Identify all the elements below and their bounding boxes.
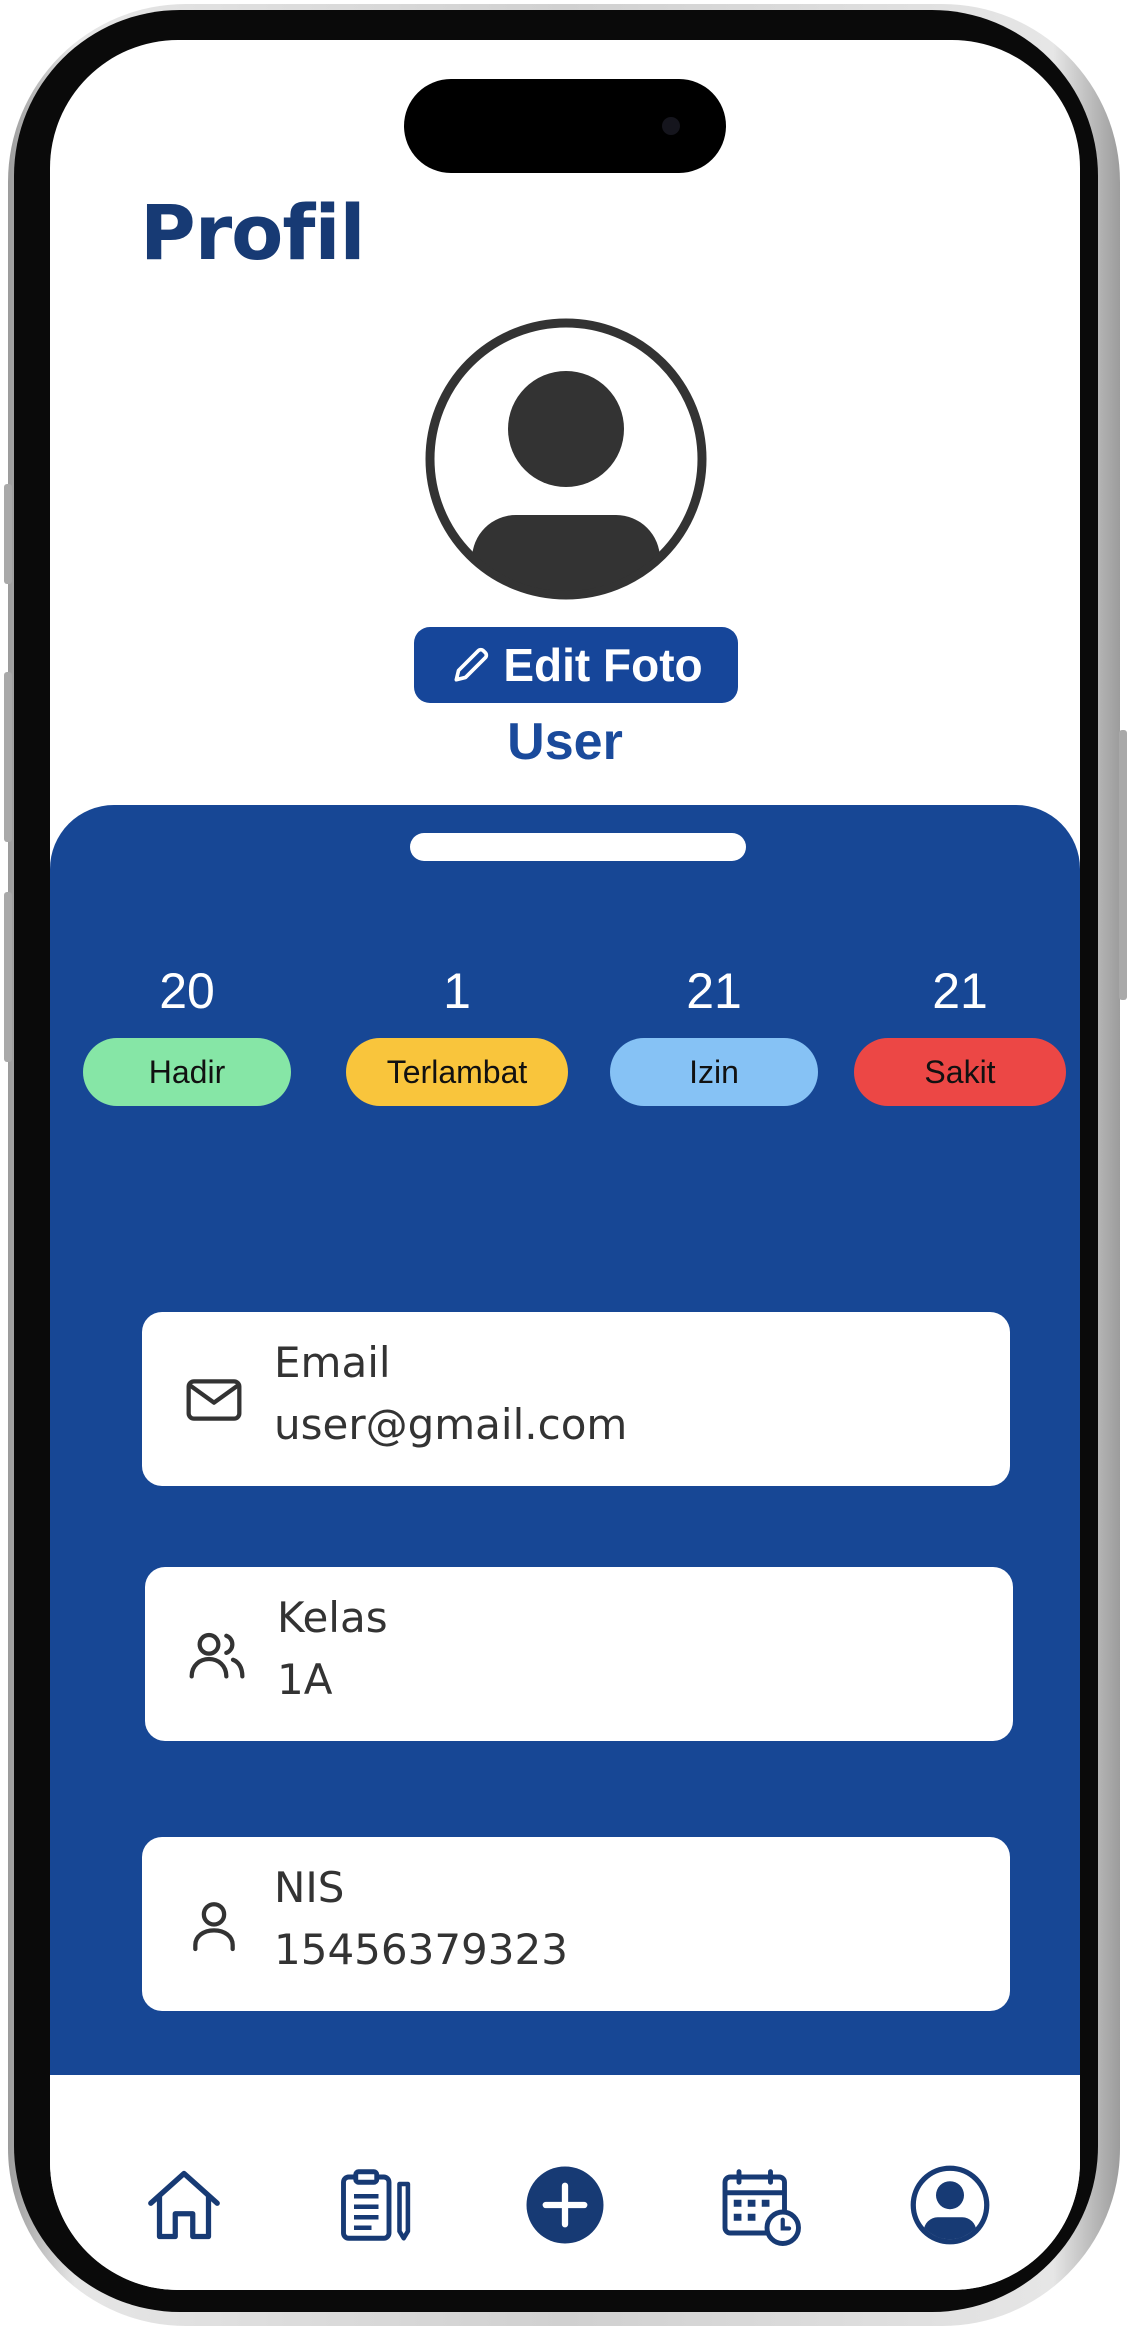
clipboard-edit-icon <box>341 2169 411 2241</box>
pencil-icon <box>454 647 489 682</box>
stat-count: 21 <box>932 963 988 1019</box>
nav-schedule[interactable] <box>718 2163 802 2247</box>
screen: Profil Edit Foto User 20 Hadir 1 Terlamb… <box>50 40 1080 2290</box>
stat-count: 20 <box>159 963 215 1019</box>
users-icon <box>189 1632 245 1679</box>
nav-home[interactable] <box>142 2163 226 2247</box>
stat-label[interactable]: Terlambat <box>346 1038 568 1106</box>
stat-count: 21 <box>686 963 742 1019</box>
stat-sakit: 21 Sakit <box>854 960 1066 1106</box>
bottom-navigation <box>50 2075 1080 2290</box>
info-label: Email <box>274 1338 391 1387</box>
info-card-nis[interactable]: NIS 15456379323 <box>142 1837 1010 2011</box>
volume-down-button <box>4 892 12 1062</box>
nav-profile[interactable] <box>908 2163 992 2247</box>
user-avatar-icon[interactable] <box>424 317 708 601</box>
stat-terlambat: 1 Terlambat <box>346 960 568 1106</box>
info-card-kelas[interactable]: Kelas 1A <box>145 1567 1013 1741</box>
info-label: NIS <box>274 1863 345 1912</box>
stat-label[interactable]: Izin <box>610 1038 818 1106</box>
power-button <box>1119 730 1127 1000</box>
info-value: user@gmail.com <box>274 1400 628 1449</box>
mail-icon <box>186 1379 242 1421</box>
nav-add[interactable] <box>523 2163 607 2247</box>
stat-hadir: 20 Hadir <box>83 960 291 1106</box>
volume-up-button <box>4 672 12 842</box>
dynamic-island <box>404 79 726 173</box>
info-label: Kelas <box>277 1593 388 1642</box>
camera-icon <box>662 117 680 135</box>
stat-count: 1 <box>443 963 471 1019</box>
info-value: 1A <box>277 1655 333 1704</box>
info-value: 15456379323 <box>274 1925 568 1974</box>
username: User <box>507 713 623 771</box>
profile-panel: 20 Hadir 1 Terlambat 21 Izin 21 Sakit Em… <box>50 805 1080 2075</box>
user-icon <box>193 1902 235 1952</box>
plus-circle-icon <box>526 2166 604 2244</box>
nav-tasks[interactable] <box>333 2163 417 2247</box>
edit-photo-label: Edit Foto <box>503 639 703 691</box>
stat-label[interactable]: Hadir <box>83 1038 291 1106</box>
edit-photo-button[interactable]: Edit Foto <box>414 627 738 703</box>
calendar-clock-icon <box>722 2169 801 2246</box>
info-card-email[interactable]: Email user@gmail.com <box>142 1312 1010 1486</box>
home-icon <box>148 2170 220 2240</box>
drag-handle[interactable] <box>410 833 746 861</box>
page-title: Profil <box>140 188 366 277</box>
stat-izin: 21 Izin <box>610 960 818 1106</box>
action-button <box>4 484 12 584</box>
stat-label[interactable]: Sakit <box>854 1038 1066 1106</box>
profile-icon <box>910 2165 990 2245</box>
